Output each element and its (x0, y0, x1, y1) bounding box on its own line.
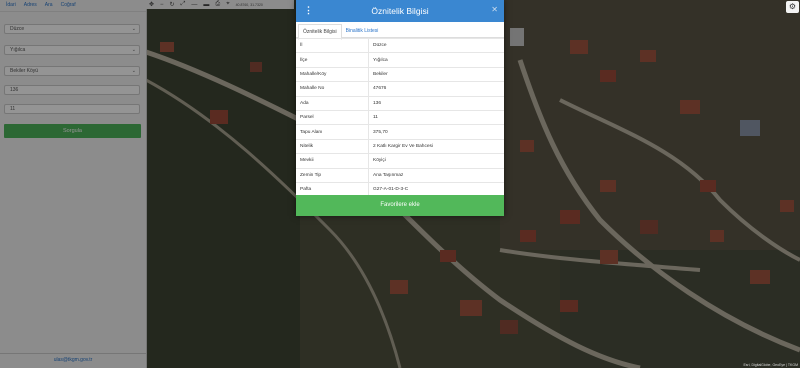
attribute-key: Mahalle No (296, 81, 369, 97)
attribute-value: Düzce (368, 37, 504, 53)
district-value: Yığılca (10, 47, 26, 53)
table-row: Parsel 11 (296, 109, 504, 125)
ruler-icon[interactable]: — (188, 2, 200, 8)
map-toolbar: ✥ − ↻ ⤢ — ▬ ⎙ ⌖ 40.8760, 31.7320 (146, 0, 294, 9)
chevron-down-icon: ⌄ (131, 47, 136, 53)
attribute-value: Yığılca (368, 52, 504, 68)
add-favorite-button[interactable]: Favorilere ekle (296, 195, 504, 216)
tab-ara[interactable]: Ara (41, 0, 57, 11)
attribute-table: İl Düzce İlçe Yığılca Mahalle/Köy Bekiler Maha… (296, 37, 504, 197)
footer-link[interactable]: ulas@tkgm.gov.tr (0, 353, 146, 368)
modal-tabs: Öznitelik Bilgisi Binalitik Listesi (296, 22, 504, 40)
attribute-key: İlçe (296, 52, 369, 68)
left-panel: İdari Adres Ara Coğraf Düzce ⌄ Yığılca ⌄ B… (0, 0, 147, 368)
tab-building-list[interactable]: Binalitik Listesi (342, 24, 383, 38)
parsel-input[interactable]: 11 (4, 104, 140, 114)
location-icon[interactable]: ⌖ (223, 1, 232, 8)
left-panel-tabs: İdari Adres Ara Coğraf (0, 0, 146, 12)
zoom-out-icon[interactable]: − (157, 2, 167, 8)
attribute-key: Mahalle/Köy (296, 66, 369, 82)
chevron-down-icon: ⌄ (131, 68, 136, 74)
close-icon[interactable]: ✕ (491, 5, 498, 14)
attribute-value: Köyiçi (368, 153, 504, 169)
table-row: İl Düzce (296, 37, 504, 53)
attribute-key: Tapu Alanı (296, 124, 369, 140)
move-icon[interactable]: ✥ (146, 1, 157, 8)
table-row: Zemin Tip Ana Taşınmaz (296, 167, 504, 183)
search-button[interactable]: Sorgula (4, 124, 141, 138)
attribute-value: Bekiler (368, 66, 504, 82)
modal-title: Öznitelik Bilgisi (371, 6, 429, 16)
province-select[interactable]: Düzce ⌄ (4, 24, 140, 34)
ada-input[interactable]: 136 (4, 85, 140, 95)
attribute-key: Parsel (296, 109, 369, 125)
table-row: İlçe Yığılca (296, 52, 504, 68)
gear-icon[interactable]: ⚙ (786, 1, 799, 13)
attribute-key: Zemin Tip (296, 167, 369, 183)
attribute-key: İl (296, 37, 369, 53)
ada-value: 136 (10, 87, 19, 93)
print-icon[interactable]: ⎙ (212, 1, 223, 8)
neighborhood-select[interactable]: Bekiler Köyü ⌄ (4, 66, 140, 76)
tab-cografi[interactable]: Coğraf (57, 0, 80, 11)
attribute-value: 11 (368, 109, 504, 125)
modal-header: ⋮ Öznitelik Bilgisi ✕ (296, 0, 504, 22)
table-row: Nitelik 2 Katlı Kargir Ev Ve Bahcesi (296, 138, 504, 154)
tab-adres[interactable]: Adres (20, 0, 41, 11)
parsel-value: 11 (10, 106, 16, 112)
expand-icon[interactable]: ⤢ (178, 1, 189, 8)
attribute-value: 47676 (368, 81, 504, 97)
table-row: Mevkii Köyiçi (296, 153, 504, 169)
refresh-icon[interactable]: ↻ (167, 1, 178, 8)
chevron-down-icon: ⌄ (131, 26, 136, 32)
neighborhood-value: Bekiler Köyü (10, 68, 39, 74)
attribute-value: 375,70 (368, 124, 504, 140)
table-row: Ada 136 (296, 95, 504, 111)
coordinate-readout: 40.8760, 31.7320 (235, 2, 263, 7)
attribute-key: Nitelik (296, 138, 369, 154)
district-select[interactable]: Yığılca ⌄ (4, 45, 140, 55)
attribute-value: 2 Katlı Kargir Ev Ve Bahcesi (368, 138, 504, 154)
attribute-value: 136 (368, 95, 504, 111)
attribute-modal: ⋮ Öznitelik Bilgisi ✕ Öznitelik Bilgisi … (296, 0, 504, 216)
table-row: Mahalle No 47676 (296, 81, 504, 97)
attribute-value: Ana Taşınmaz (368, 167, 504, 183)
area-icon[interactable]: ▬ (200, 2, 212, 8)
attribute-key: Mevkii (296, 153, 369, 169)
province-value: Düzce (10, 26, 25, 32)
table-row: Tapu Alanı 375,70 (296, 124, 504, 140)
attribute-key: Ada (296, 95, 369, 111)
tab-idari[interactable]: İdari (2, 0, 20, 11)
table-row: Mahalle/Köy Bekiler (296, 66, 504, 82)
map-attribution: Esri, DigitalGlobe, GeoEye | TKGM (743, 363, 798, 367)
